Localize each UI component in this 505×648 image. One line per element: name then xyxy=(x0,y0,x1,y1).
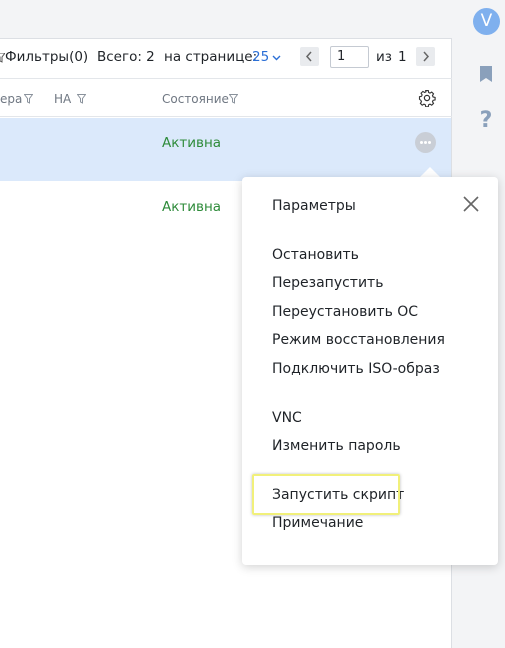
menu-item-stop[interactable]: Остановить xyxy=(272,247,359,263)
chevron-down-icon[interactable] xyxy=(272,55,281,61)
per-page-label: на странице: xyxy=(164,49,258,65)
column-header[interactable]: Состояние xyxy=(162,92,229,106)
menu-item-recovery-mode[interactable]: Режим восстановления xyxy=(272,332,445,348)
filters-button[interactable]: Фильтры(0) xyxy=(5,49,88,65)
total-pages: 1 xyxy=(398,49,407,65)
status-text: Активна xyxy=(162,135,222,151)
total-count: Всего: 2 xyxy=(97,49,155,65)
gear-icon[interactable] xyxy=(418,89,436,107)
filter-icon[interactable] xyxy=(77,94,86,104)
filter-icon[interactable] xyxy=(24,94,33,104)
prev-page-button[interactable] xyxy=(300,47,319,66)
status-text: Активна xyxy=(162,199,222,215)
table-toolbar: Фильтры(0) Всего: 2 на странице: 25 1 из… xyxy=(0,38,452,77)
menu-item-reinstall-os[interactable]: Переустановить ОС xyxy=(272,304,418,320)
column-header[interactable]: НА xyxy=(54,92,71,106)
menu-item-restart[interactable]: Перезапустить xyxy=(272,275,383,291)
menu-item-change-password[interactable]: Изменить пароль xyxy=(272,438,401,454)
chevron-left-icon xyxy=(305,51,312,62)
of-label: из xyxy=(376,49,392,65)
menu-item-mount-iso[interactable]: Подключить ISO-образ xyxy=(272,361,440,377)
avatar[interactable]: V xyxy=(473,8,500,35)
table-row[interactable] xyxy=(0,118,451,181)
column-header[interactable]: ера xyxy=(0,92,22,106)
per-page-select[interactable]: 25 xyxy=(252,49,269,65)
help-icon[interactable]: ? xyxy=(476,110,496,132)
highlight-frame xyxy=(252,474,400,515)
chevron-right-icon xyxy=(423,51,430,62)
table-header: ера НА Состояние xyxy=(0,78,452,117)
menu-item-note[interactable]: Примечание xyxy=(272,515,363,531)
next-page-button[interactable] xyxy=(416,47,435,66)
close-icon[interactable] xyxy=(461,194,481,214)
menu-item-parameters[interactable]: Параметры xyxy=(272,198,356,214)
more-actions-button[interactable] xyxy=(415,132,436,153)
filter-icon[interactable] xyxy=(229,94,238,104)
menu-item-vnc[interactable]: VNC xyxy=(272,410,302,426)
bookmark-icon[interactable] xyxy=(476,64,496,84)
page-number-input[interactable]: 1 xyxy=(330,46,369,68)
